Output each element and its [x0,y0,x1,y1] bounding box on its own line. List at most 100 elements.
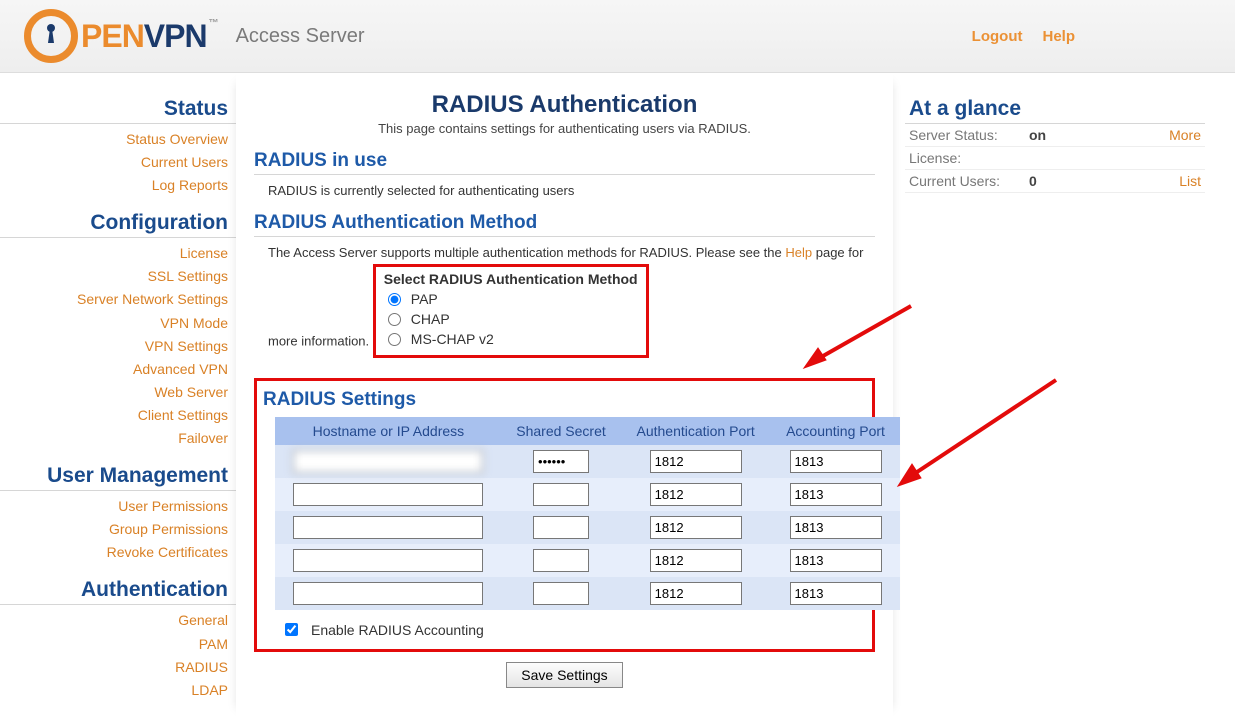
acct-port-input[interactable] [790,582,882,605]
hostname-input[interactable] [293,549,483,572]
auth-method-box: Select RADIUS Authentication Method PAP C… [373,264,649,358]
auth-method-radio-label: CHAP [411,311,450,327]
shared-secret-input[interactable] [533,582,589,605]
sidebar-link[interactable]: User Permissions [0,495,228,518]
table-header: Accounting Port [771,417,900,445]
logo: PENVPN™ [24,9,218,63]
shared-secret-input[interactable] [533,450,589,473]
glance-link[interactable]: List [1179,173,1201,189]
glance-label: Server Status: [909,127,1029,143]
table-row [275,445,900,478]
sidebar-link[interactable]: VPN Mode [0,312,228,335]
radius-settings-table: Hostname or IP AddressShared SecretAuthe… [275,417,900,610]
sidebar-section-title: Status [0,93,236,124]
auth-method-radio[interactable] [388,333,401,346]
sidebar-link[interactable]: Status Overview [0,128,228,151]
auth-port-input[interactable] [650,549,742,572]
glance-label: License: [909,150,1029,166]
sidebar-link[interactable]: VPN Settings [0,335,228,358]
auth-method-text-before: The Access Server supports multiple auth… [268,245,785,260]
radius-settings-heading: RADIUS Settings [263,389,864,413]
at-a-glance-title: At a glance [905,93,1205,124]
logo-pen: PEN [81,18,144,54]
main-content: RADIUS Authentication This page contains… [236,73,893,718]
sidebar-link[interactable]: PAM [0,633,228,656]
sidebar-link[interactable]: Server Network Settings [0,288,228,311]
hostname-input[interactable] [293,450,483,473]
page-description: This page contains settings for authenti… [254,121,875,136]
sidebar-link[interactable]: Failover [0,427,228,450]
sidebar-link[interactable]: Group Permissions [0,518,228,541]
table-header: Hostname or IP Address [275,417,502,445]
sidebar-section-title: Authentication [0,574,236,605]
glance-row: Server Status:onMore [905,124,1205,147]
glance-row: License: [905,147,1205,170]
logout-link[interactable]: Logout [972,28,1023,45]
save-settings-button[interactable]: Save Settings [506,662,622,688]
hostname-input[interactable] [293,516,483,539]
auth-method-radio[interactable] [388,313,401,326]
auth-port-input[interactable] [650,483,742,506]
table-row [275,577,900,610]
sidebar-link[interactable]: RADIUS [0,656,228,679]
sidebar-section-title: User Management [0,460,236,491]
glance-label: Current Users: [909,173,1029,189]
auth-port-input[interactable] [650,582,742,605]
sidebar-link[interactable]: Revoke Certificates [0,541,228,564]
auth-port-input[interactable] [650,516,742,539]
enable-accounting-row: Enable RADIUS Accounting [261,612,864,639]
annotation-arrow-icon [896,378,1076,498]
auth-method-body: The Access Server supports multiple auth… [254,241,875,368]
glance-value: on [1029,127,1169,143]
table-row [275,544,900,577]
auth-method-select-label: Select RADIUS Authentication Method [384,271,638,289]
shared-secret-input[interactable] [533,516,589,539]
logo-tm: ™ [209,18,218,29]
shared-secret-input[interactable] [533,549,589,572]
sidebar: Status Status OverviewCurrent UsersLog Re… [0,73,236,722]
acct-port-input[interactable] [790,516,882,539]
page-title: RADIUS Authentication [254,91,875,119]
table-header: Authentication Port [620,417,771,445]
acct-port-input[interactable] [790,450,882,473]
glance-link[interactable]: More [1169,127,1201,143]
help-link[interactable]: Help [1042,28,1075,45]
radius-settings-section: RADIUS Settings Hostname or IP AddressSh… [254,378,875,652]
auth-method-option: MS-CHAP v2 [384,329,638,349]
sidebar-link[interactable]: LDAP [0,679,228,702]
hostname-input[interactable] [293,483,483,506]
auth-method-help-link[interactable]: Help [785,245,812,260]
enable-accounting-checkbox[interactable] [285,623,298,636]
shared-secret-input[interactable] [533,483,589,506]
sidebar-link[interactable]: Log Reports [0,174,228,197]
radius-in-use-text: RADIUS is currently selected for authent… [254,179,875,208]
sidebar-link[interactable]: Web Server [0,381,228,404]
auth-port-input[interactable] [650,450,742,473]
sidebar-link[interactable]: SSL Settings [0,265,228,288]
header-links: Logout Help [972,28,1075,45]
enable-accounting-label[interactable]: Enable RADIUS Accounting [311,622,484,638]
table-header: Shared Secret [502,417,620,445]
sidebar-link[interactable]: Advanced VPN [0,358,228,381]
sidebar-section-title: Configuration [0,207,236,238]
auth-method-option: CHAP [384,309,638,329]
header-subtitle: Access Server [236,25,365,48]
sidebar-link[interactable]: Client Settings [0,404,228,427]
sidebar-link[interactable]: Current Users [0,151,228,174]
auth-method-heading: RADIUS Authentication Method [254,212,875,237]
glance-value: 0 [1029,173,1179,189]
keyhole-icon [24,9,78,63]
header: PENVPN™ Access Server Logout Help [0,0,1235,73]
acct-port-input[interactable] [790,549,882,572]
acct-port-input[interactable] [790,483,882,506]
auth-method-radio-label: PAP [411,291,438,307]
logo-vpn: VPN [144,18,207,54]
auth-method-radio-label: MS-CHAP v2 [411,331,494,347]
sidebar-link[interactable]: General [0,609,228,632]
hostname-input[interactable] [293,582,483,605]
sidebar-link[interactable]: License [0,242,228,265]
radius-in-use-heading: RADIUS in use [254,150,875,175]
auth-method-radio[interactable] [388,293,401,306]
logo-text: PENVPN™ [81,18,218,55]
auth-method-option: PAP [384,289,638,309]
